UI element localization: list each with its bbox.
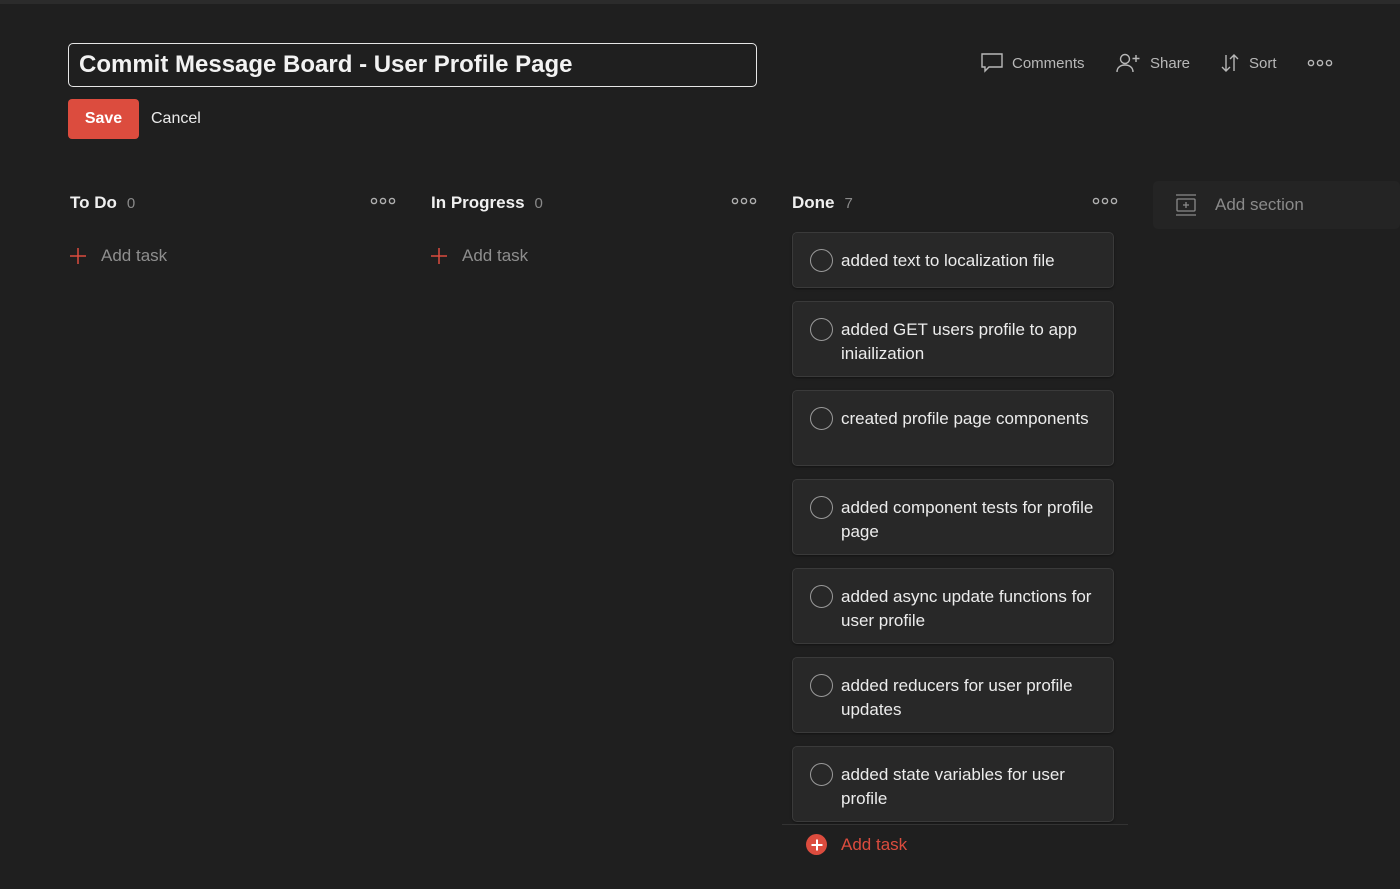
task-title: added text to localization file bbox=[841, 251, 1055, 270]
add-task-button-done[interactable]: Add task bbox=[806, 834, 907, 855]
task-title: added reducers for user profile updates bbox=[841, 676, 1073, 719]
checkbox-circle-icon[interactable] bbox=[810, 763, 833, 786]
task-card[interactable]: created profile page components bbox=[792, 390, 1114, 466]
more-icon[interactable] bbox=[370, 196, 396, 206]
add-task-label: Add task bbox=[841, 834, 908, 854]
cancel-button[interactable]: Cancel bbox=[151, 99, 201, 139]
task-title: added state variables for user profile bbox=[841, 765, 1065, 808]
comments-button[interactable]: Comments bbox=[980, 48, 1085, 78]
task-card[interactable]: added GET users profile to app iniailiza… bbox=[792, 301, 1114, 377]
column-header-done: Done 7 bbox=[792, 190, 1118, 216]
sort-icon bbox=[1221, 54, 1239, 72]
more-icon bbox=[1307, 59, 1333, 67]
checkbox-circle-icon[interactable] bbox=[810, 585, 833, 608]
sort-label: Sort bbox=[1249, 54, 1277, 72]
checkbox-circle-icon[interactable] bbox=[810, 496, 833, 519]
task-card[interactable]: added state variables for user profile bbox=[792, 746, 1114, 822]
board-more-button[interactable] bbox=[1307, 48, 1341, 78]
add-section-icon bbox=[1176, 194, 1196, 216]
task-card[interactable]: added component tests for profile page bbox=[792, 479, 1114, 555]
board-title-input[interactable] bbox=[68, 43, 757, 87]
task-title: created profile page components bbox=[841, 409, 1089, 428]
checkbox-circle-icon[interactable] bbox=[810, 318, 833, 341]
checkbox-circle-icon[interactable] bbox=[810, 407, 833, 430]
checkbox-circle-icon[interactable] bbox=[810, 674, 833, 697]
task-title: added GET users profile to app iniailiza… bbox=[841, 320, 1077, 363]
add-task-button-in-progress[interactable]: Add task bbox=[430, 246, 528, 266]
column-title: In Progress bbox=[431, 193, 525, 212]
window-top-edge bbox=[0, 0, 1400, 4]
add-section-button[interactable]: Add section bbox=[1153, 181, 1400, 229]
column-header-todo: To Do 0 bbox=[70, 190, 396, 216]
column-count: 7 bbox=[844, 194, 853, 212]
more-icon[interactable] bbox=[1092, 196, 1118, 206]
task-card[interactable]: added async update functions for user pr… bbox=[792, 568, 1114, 644]
add-section-label: Add section bbox=[1215, 195, 1304, 214]
task-card[interactable]: added text to localization file bbox=[792, 232, 1114, 288]
column-title: To Do bbox=[70, 193, 117, 212]
more-icon[interactable] bbox=[731, 196, 757, 206]
checkbox-circle-icon[interactable] bbox=[810, 249, 833, 272]
column-title: Done bbox=[792, 193, 835, 212]
column-count: 0 bbox=[534, 194, 543, 212]
sort-button[interactable]: Sort bbox=[1219, 48, 1277, 78]
add-task-button-todo[interactable]: Add task bbox=[69, 246, 167, 266]
column-count: 0 bbox=[126, 194, 136, 212]
column-header-in-progress: In Progress 0 bbox=[431, 190, 757, 216]
add-task-label: Add task bbox=[101, 246, 168, 265]
comment-icon bbox=[981, 53, 1003, 73]
column-divider bbox=[782, 824, 1128, 825]
task-title: added async update functions for user pr… bbox=[841, 587, 1092, 630]
share-button[interactable]: Share bbox=[1116, 48, 1190, 78]
add-task-label: Add task bbox=[462, 246, 529, 265]
save-button[interactable]: Save bbox=[68, 99, 139, 139]
share-label: Share bbox=[1150, 54, 1191, 72]
comments-label: Comments bbox=[1012, 54, 1085, 72]
add-person-icon bbox=[1116, 53, 1140, 73]
plus-icon bbox=[806, 834, 827, 855]
task-card[interactable]: added reducers for user profile updates bbox=[792, 657, 1114, 733]
task-title: added component tests for profile page bbox=[841, 498, 1094, 541]
plus-icon bbox=[70, 248, 86, 264]
plus-icon bbox=[431, 248, 447, 264]
